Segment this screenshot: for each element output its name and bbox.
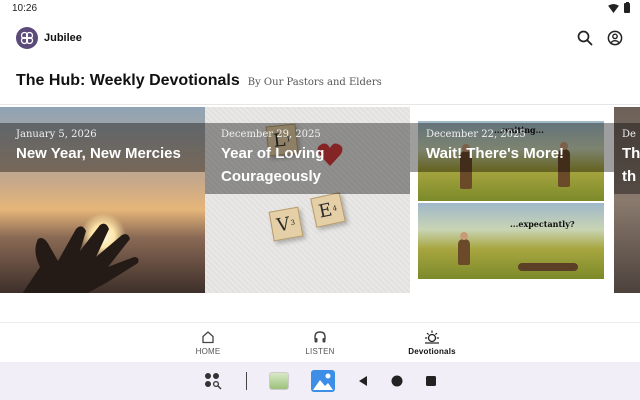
bottom-nav: HOME LISTEN Devotionals [0,322,640,362]
meme-panel-bottom: ...expectantly? [418,203,604,279]
scrabble-tile: V3 [268,206,304,242]
app-drawer-search-icon[interactable] [204,372,224,390]
card-overlay: January 5, 2026 New Year, New Mercies [0,123,205,172]
search-icon [577,30,593,46]
nav-label: LISTEN [305,346,335,356]
nav-home[interactable]: HOME [152,323,264,362]
card-title: Th th [622,145,640,185]
card-date: December 29, 2025 [221,129,321,140]
screen: 10:26 Jubilee The Hub: Weekly Devotional… [0,0,640,400]
card-date: January 5, 2026 [16,129,97,140]
search-button[interactable] [576,29,594,47]
lying-figure [518,263,578,271]
card-date: De [622,129,636,140]
back-icon[interactable] [357,375,369,387]
card-date: December 22, 2025 [426,129,526,140]
card-title: New Year, New Mercies [16,145,181,162]
knot-icon [20,31,34,45]
status-time: 10:26 [12,2,38,14]
card-overlay: December 29, 2025 Year of Loving Courage… [205,123,410,194]
app-bar: Jubilee [0,22,640,54]
account-button[interactable] [606,29,624,47]
recent-app-thumbnail[interactable] [268,372,289,390]
meme-caption: ...expectantly? [510,219,575,229]
card-title: Wait! There's More! [426,145,565,162]
home-icon [202,330,214,343]
nav-devotionals[interactable]: Devotionals [376,323,488,362]
page-subtitle: By Our Pastors and Elders [247,77,382,88]
nav-label: Devotionals [408,346,456,356]
home-circle-icon[interactable] [391,375,403,387]
headphones-icon [314,330,326,342]
devotionals-carousel[interactable]: January 5, 2026 New Year, New Mercies L1… [0,107,640,293]
page-title: The Hub: Weekly Devotionals [16,72,240,89]
hub-header: The Hub: Weekly Devotionals By Our Pasto… [16,72,382,90]
gallery-app-icon[interactable] [310,370,335,392]
devotional-card[interactable]: De Th th [614,107,640,293]
person-figure [458,232,470,265]
card-title: Year of Loving Courageously [221,145,325,185]
app-name: Jubilee [44,32,82,44]
scrabble-tile: E4 [310,192,346,228]
taskbar-divider [245,372,247,390]
sunrise-icon [425,330,439,344]
system-nav-bar [0,362,640,400]
raised-hand-image [22,223,139,293]
account-icon [607,30,623,46]
devotional-card[interactable]: ...waiting... ...expectantly? December 2… [410,107,614,293]
nav-listen[interactable]: LISTEN [264,323,376,362]
status-icons [608,1,630,13]
devotional-card[interactable]: L1 V3 E4 December 29, 2025 Year of Lovin… [205,107,410,293]
recents-icon[interactable] [425,375,437,387]
devotional-card[interactable]: January 5, 2026 New Year, New Mercies [0,107,205,293]
card-overlay: De Th th [614,123,640,194]
status-bar: 10:26 [0,0,640,16]
nav-label: HOME [195,346,221,356]
wifi-icon [608,3,619,13]
jubilee-logo-icon[interactable] [16,27,38,49]
app-actions [576,29,624,47]
card-overlay: December 22, 2025 Wait! There's More! [410,123,614,172]
header-divider [0,104,640,105]
battery-icon [624,1,630,13]
